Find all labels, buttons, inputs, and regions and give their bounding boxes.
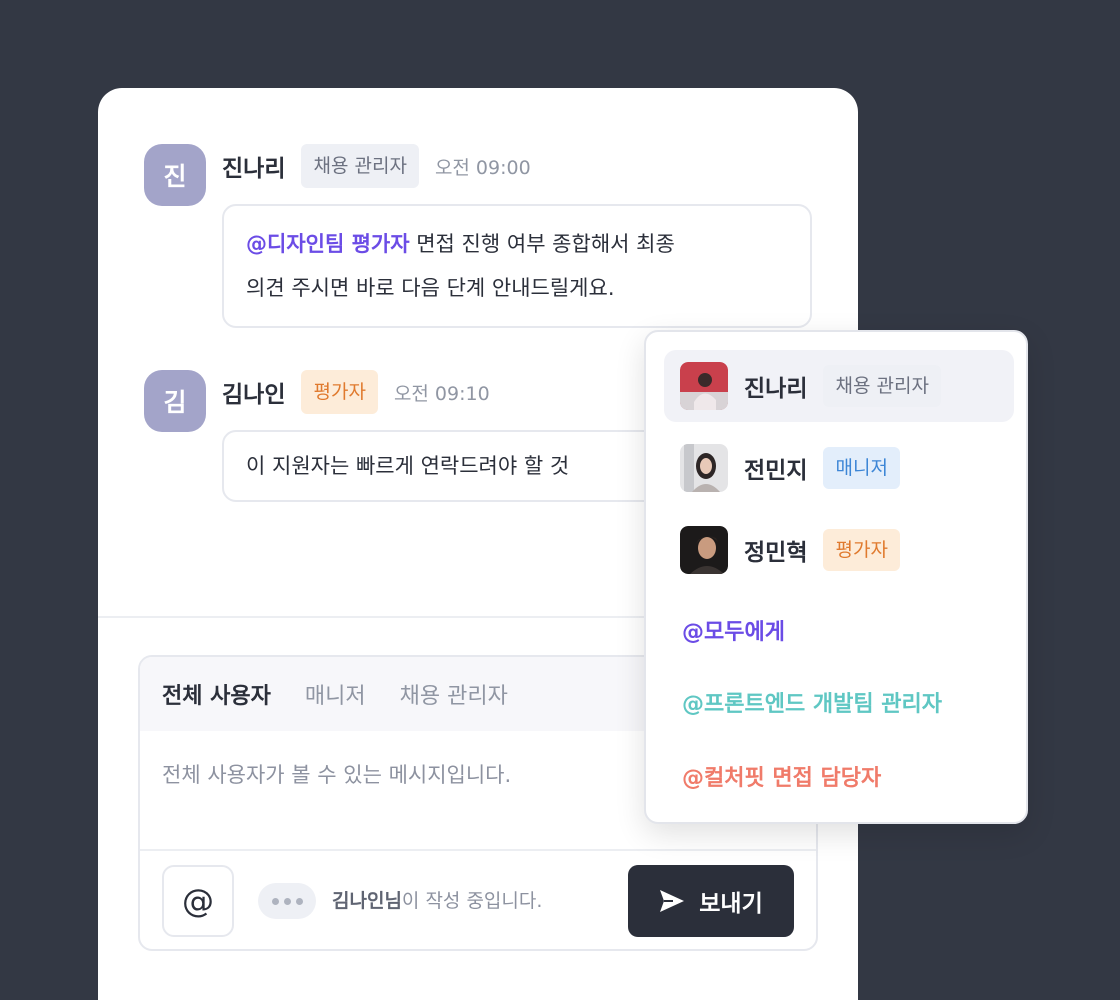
mention-option-culturefit-interviewer[interactable]: @컬처핏 면접 담당자	[682, 760, 881, 792]
user-name: 정민혁	[744, 540, 808, 566]
message-time: 오전 09:00	[434, 156, 531, 179]
mention-option-user[interactable]: 전민지 매니저	[664, 432, 1014, 504]
sender-name: 김나인	[222, 382, 286, 408]
role-badge: 매니저	[823, 447, 900, 489]
mention-tag[interactable]: @디자인팀 평가자	[246, 232, 410, 256]
send-button[interactable]: 보내기	[628, 865, 794, 937]
user-name: 진나리	[744, 376, 808, 402]
message-bubble: @디자인팀 평가자 면접 진행 여부 종합해서 최종 의견 주시면 바로 다음 …	[222, 204, 812, 328]
mention-option-user[interactable]: 진나리 채용 관리자	[664, 350, 1014, 422]
role-badge: 평가자	[301, 370, 378, 414]
sender-name: 진나리	[222, 156, 286, 182]
message-text: 의견 주시면 바로 다음 단계 안내드릴게요.	[246, 276, 615, 300]
tab-all-users[interactable]: 전체 사용자	[162, 678, 271, 710]
user-name: 전민지	[744, 458, 808, 484]
typing-status: 김나인님이 작성 중입니다.	[332, 886, 542, 913]
role-badge: 평가자	[823, 529, 900, 571]
typing-user: 김나인님	[332, 890, 402, 912]
tab-recruit-admin[interactable]: 채용 관리자	[400, 678, 508, 710]
message-text: 이 지원자는 빠르게 연락드려야 할 것	[246, 454, 570, 478]
message-header: 김나인 평가자 오전 09:10	[222, 370, 490, 414]
typing-suffix: 이 작성 중입니다.	[401, 890, 543, 912]
role-badge: 채용 관리자	[301, 144, 419, 188]
user-photo-avatar	[680, 362, 728, 410]
mention-option-everyone[interactable]: @모두에게	[682, 614, 785, 646]
message-header: 진나리 채용 관리자 오전 09:00	[222, 144, 531, 188]
mention-dropdown: 진나리 채용 관리자 전민지 매니저 정민혁 평가자 @모두에게 @프론트엔드 …	[644, 330, 1028, 824]
user-photo-avatar	[680, 444, 728, 492]
mention-button[interactable]: @	[162, 865, 234, 937]
composer-footer: @ 김나인님이 작성 중입니다. 보내기	[140, 849, 816, 949]
mention-option-frontend-admin[interactable]: @프론트엔드 개발팀 관리자	[682, 686, 942, 718]
role-badge: 채용 관리자	[823, 365, 941, 407]
tab-manager[interactable]: 매니저	[305, 678, 366, 710]
typing-indicator-icon	[258, 883, 316, 919]
avatar: 진	[144, 144, 206, 206]
mention-option-user[interactable]: 정민혁 평가자	[664, 514, 1014, 586]
message-text: 면접 진행 여부 종합해서 최종	[409, 232, 675, 256]
send-label: 보내기	[699, 891, 763, 917]
message-time: 오전 09:10	[393, 382, 490, 405]
user-photo-avatar	[680, 526, 728, 574]
avatar: 김	[144, 370, 206, 432]
send-icon	[660, 890, 685, 912]
